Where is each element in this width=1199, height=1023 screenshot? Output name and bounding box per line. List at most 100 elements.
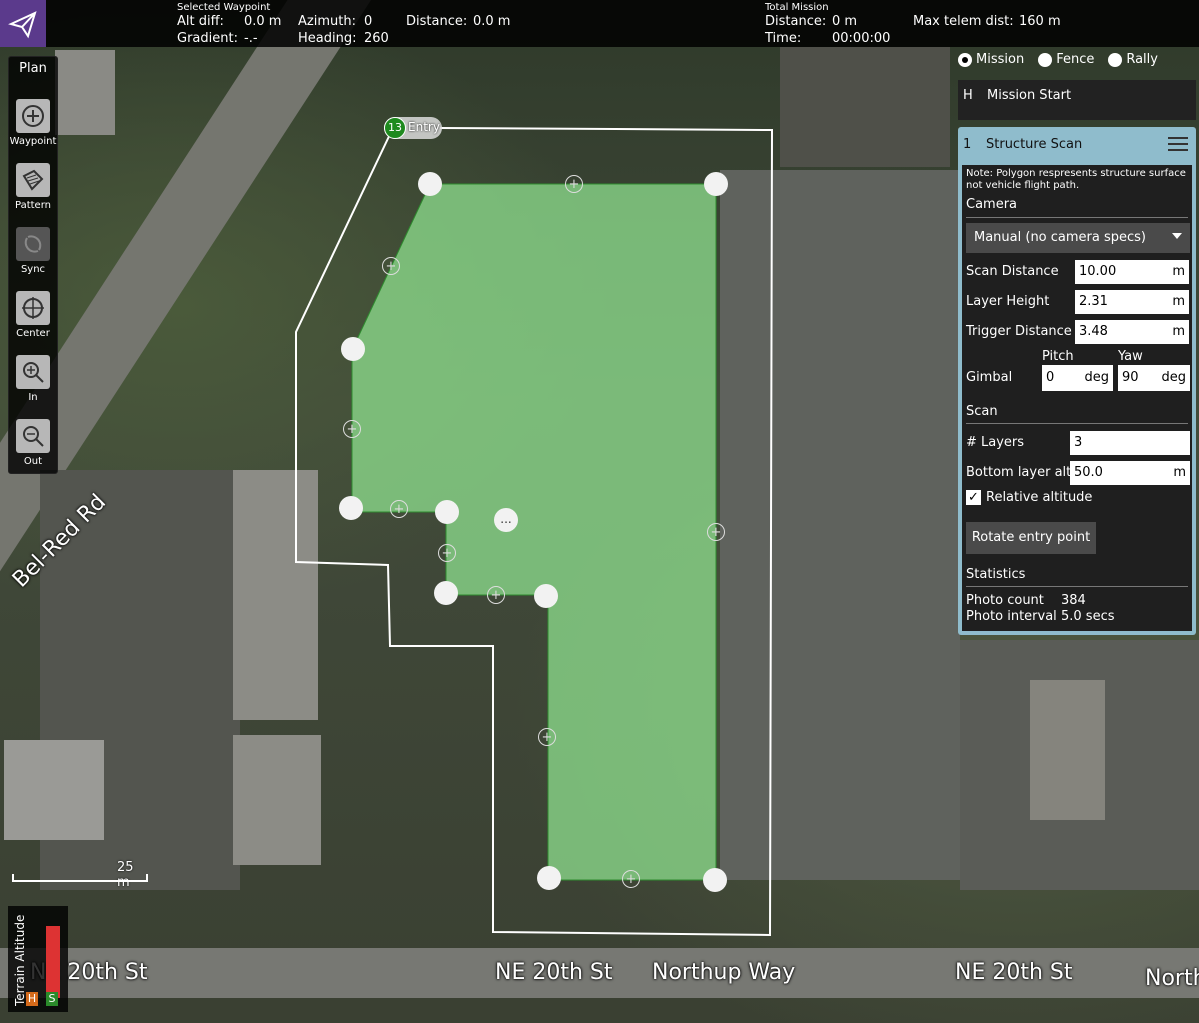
distance-label: Distance: — [406, 14, 468, 29]
radio-fence[interactable]: Fence — [1038, 52, 1094, 67]
max-telem-value: 160 m — [1019, 14, 1061, 29]
tool-pattern-label: Pattern — [15, 200, 51, 211]
scale-label: 25 m — [117, 860, 134, 890]
zoom-out-icon — [16, 419, 50, 453]
polygon-vertex[interactable] — [534, 584, 558, 608]
bottom-alt-field[interactable]: 50.0 m — [1070, 461, 1190, 485]
tool-zoom-in[interactable]: In — [9, 355, 57, 403]
structure-scan-panel: 1 Structure Scan Note: Polygon respresen… — [958, 127, 1196, 635]
top-toolbar: Selected Waypoint Alt diff: 0.0 m Gradie… — [0, 0, 1199, 47]
street-label-ne20-center: NE 20th St — [495, 960, 613, 985]
mission-start-index: H — [963, 88, 973, 103]
camera-section-title: Camera — [966, 197, 1018, 212]
add-vertex-handle[interactable]: + — [487, 586, 505, 604]
crosshair-icon — [16, 291, 50, 325]
polygon-vertex[interactable] — [537, 866, 561, 890]
tool-center[interactable]: Center — [9, 291, 57, 339]
polygon-vertex[interactable] — [704, 172, 728, 196]
scan-distance-label: Scan Distance — [966, 264, 1059, 279]
radio-dot — [1038, 52, 1053, 67]
entry-marker[interactable]: 13 Entry — [384, 117, 442, 139]
bottom-alt-label: Bottom layer alt — [966, 465, 1072, 480]
paper-plane-icon — [8, 10, 37, 38]
add-vertex-handle[interactable]: + — [622, 870, 640, 888]
tool-sync[interactable]: Sync — [9, 227, 57, 275]
rotate-entry-point-button[interactable]: Rotate entry point — [966, 522, 1096, 554]
polygon-vertex[interactable] — [434, 581, 458, 605]
layers-field[interactable]: 3 — [1070, 431, 1190, 455]
gimbal-label: Gimbal — [966, 370, 1013, 385]
street-label-ne20-right: NE 20th St — [955, 960, 1073, 985]
add-vertex-handle[interactable]: + — [438, 544, 456, 562]
layer-height-field[interactable]: 2.31 m — [1075, 290, 1189, 314]
max-telem-label: Max telem dist: — [913, 14, 1014, 29]
map-scale-bar: 25 m — [12, 860, 148, 890]
terrain-altitude-widget: Terrain Altitude H S — [8, 906, 68, 1012]
tool-waypoint[interactable]: Waypoint — [9, 99, 57, 147]
gradient-label: Gradient: — [177, 31, 238, 46]
terrain-bar-red — [46, 926, 60, 998]
item-index: 1 — [963, 137, 972, 152]
camera-select[interactable]: Manual (no camera specs) — [966, 223, 1190, 253]
tool-zoom-out-label: Out — [23, 456, 43, 467]
add-vertex-handle[interactable]: + — [538, 728, 556, 746]
mission-start-item[interactable]: H Mission Start — [958, 80, 1196, 120]
terrain-h-badge: H — [26, 992, 38, 1006]
scan-distance-field[interactable]: 10.00 m — [1075, 260, 1189, 284]
polygon-vertex[interactable] — [703, 868, 727, 892]
entry-index-badge: 13 — [384, 117, 406, 139]
tool-center-label: Center — [16, 328, 50, 339]
yaw-field[interactable]: 90 deg — [1118, 365, 1190, 391]
azimuth-value: 0 — [364, 14, 373, 29]
alt-diff-label: Alt diff: — [177, 14, 224, 29]
yaw-label: Yaw — [1118, 349, 1143, 364]
plan-toolstrip: Plan Waypoint Pattern Sync Center In Out — [8, 56, 58, 474]
add-vertex-handle[interactable]: + — [390, 500, 408, 518]
more-label: ... — [500, 512, 512, 526]
radio-mission[interactable]: Mission — [958, 52, 1024, 67]
radio-rally[interactable]: Rally — [1108, 52, 1158, 67]
scan-section-title: Scan — [966, 404, 998, 419]
polygon-vertex[interactable] — [418, 172, 442, 196]
structure-scan-header[interactable]: 1 Structure Scan — [958, 127, 1196, 161]
mission-start-label: Mission Start — [987, 88, 1072, 103]
time-label: Time: — [765, 31, 802, 46]
plan-view-logo[interactable] — [0, 0, 46, 47]
polygon-vertex[interactable] — [339, 496, 363, 520]
tool-waypoint-label: Waypoint — [9, 136, 57, 147]
photo-count-value: 384 — [1061, 593, 1086, 608]
polygon-vertex[interactable] — [435, 500, 459, 524]
polygon-center-menu[interactable]: ... — [494, 508, 518, 532]
photo-interval-value: 5.0 secs — [1061, 609, 1115, 624]
radio-dot — [1108, 52, 1123, 67]
structure-polygon — [351, 183, 717, 881]
camera-select-value: Manual (no camera specs) — [974, 230, 1147, 245]
add-vertex-handle[interactable]: + — [565, 175, 583, 193]
polygon-vertex[interactable] — [341, 337, 365, 361]
gradient-value: -.- — [244, 31, 258, 46]
hamburger-menu-icon[interactable] — [1168, 137, 1188, 151]
pitch-field[interactable]: 0 deg — [1042, 365, 1113, 391]
terrain-s-badge: S — [46, 992, 58, 1006]
heading-label: Heading: — [298, 31, 357, 46]
sync-icon — [16, 227, 50, 261]
entry-label: Entry — [408, 120, 440, 134]
tool-zoom-out[interactable]: Out — [9, 419, 57, 467]
tool-zoom-in-label: In — [28, 392, 38, 403]
tool-pattern[interactable]: Pattern — [9, 163, 57, 211]
add-vertex-handle[interactable]: + — [382, 257, 400, 275]
layers-label: # Layers — [966, 435, 1025, 450]
relative-altitude-checkbox[interactable]: ✓ — [966, 490, 981, 505]
add-vertex-handle[interactable]: + — [707, 523, 725, 541]
tool-sync-label: Sync — [20, 264, 46, 275]
radio-mission-label: Mission — [976, 52, 1025, 67]
alt-diff-value: 0.0 m — [244, 14, 282, 29]
layer-height-label: Layer Height — [966, 294, 1050, 309]
add-vertex-handle[interactable]: + — [343, 420, 361, 438]
total-mission-heading: Total Mission — [765, 2, 829, 13]
statistics-section-title: Statistics — [966, 567, 1026, 582]
relative-altitude-label: Relative altitude — [986, 490, 1093, 505]
trigger-distance-field[interactable]: 3.48 m — [1075, 320, 1189, 344]
time-value: 00:00:00 — [832, 31, 891, 46]
zoom-in-icon — [16, 355, 50, 389]
